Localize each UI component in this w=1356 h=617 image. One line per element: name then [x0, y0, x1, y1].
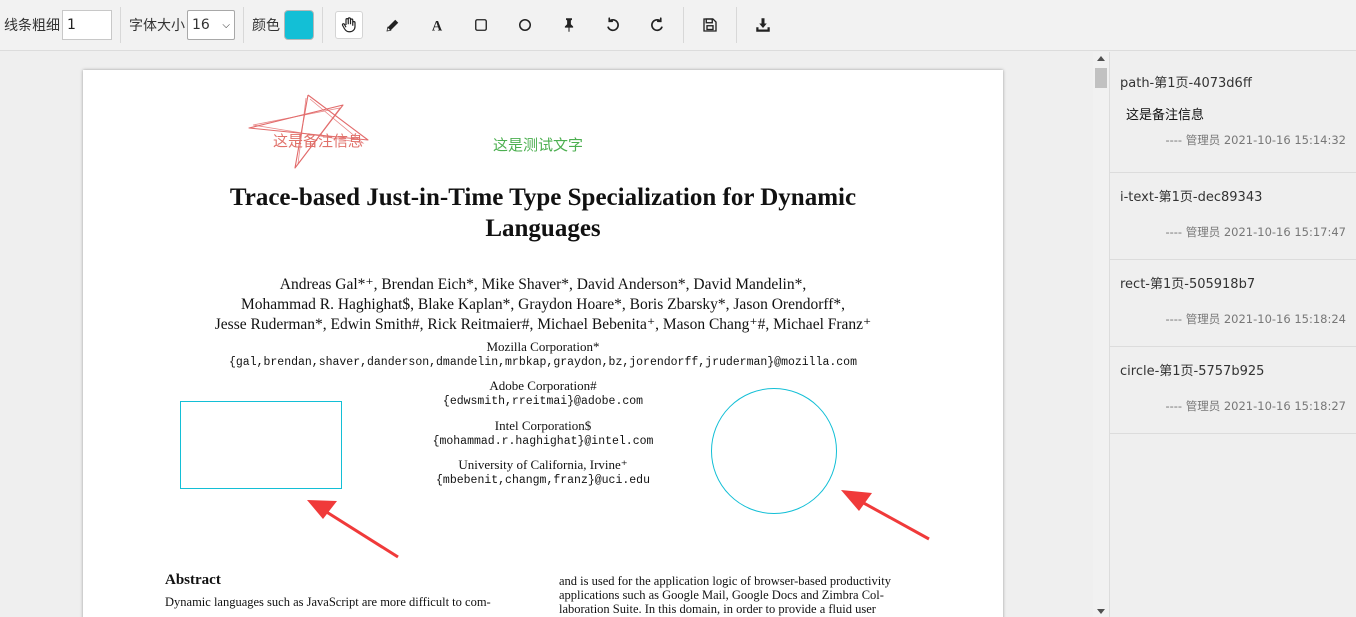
undo-icon[interactable] — [599, 11, 627, 39]
affiliation-org: Adobe Corporation# — [489, 378, 597, 393]
toolbar-divider — [322, 7, 323, 43]
hand-icon[interactable] — [335, 11, 363, 39]
rectangle-icon[interactable] — [467, 11, 495, 39]
annotation-id: i-text-第1页-dec89343 — [1120, 190, 1263, 205]
annotation-meta: ---- 管理员 2021-10-16 15:17:47 — [1165, 225, 1346, 239]
save-icon[interactable] — [696, 11, 724, 39]
abstract-text: Dynamic languages such as JavaScript are… — [165, 595, 491, 609]
line-width-group: 线条粗细 — [0, 0, 116, 50]
text-icon[interactable]: A — [423, 11, 451, 39]
annotation-meta: ---- 管理员 2021-10-16 15:18:27 — [1165, 399, 1346, 413]
scroll-up-icon[interactable] — [1097, 56, 1105, 61]
scroll-thumb[interactable] — [1095, 68, 1107, 88]
line-width-label: 线条粗细 — [4, 18, 60, 34]
circle-icon[interactable] — [511, 11, 539, 39]
annotation-id: rect-第1页-505918b7 — [1120, 277, 1256, 292]
paper-title: Trace-based Just-in-Time Type Specializa… — [83, 182, 1003, 244]
annotation-item[interactable]: i-text-第1页-dec89343 ---- 管理员 2021-10-16 … — [1110, 173, 1356, 260]
right-column-text: and is used for the application logic of… — [559, 574, 919, 616]
toolbar-divider — [683, 7, 684, 43]
font-size-label: 字体大小 — [129, 18, 185, 34]
abstract-heading: Abstract — [165, 572, 221, 588]
affiliation-mozilla: Mozilla Corporation* {gal,brendan,shaver… — [83, 339, 1003, 370]
toolbar-divider — [120, 7, 121, 43]
text-line: and is used for the application logic of… — [559, 574, 891, 588]
toolbar-divider — [243, 7, 244, 43]
affiliation-org: Mozilla Corporation* — [486, 339, 600, 354]
annotation-item[interactable]: rect-第1页-505918b7 ---- 管理员 2021-10-16 15… — [1110, 260, 1356, 347]
author-line: Andreas Gal*⁺, Brendan Eich*, Mike Shave… — [279, 276, 807, 293]
pencil-icon[interactable] — [379, 11, 407, 39]
color-group: 颜色 — [248, 0, 318, 50]
rectangle-annotation[interactable] — [180, 401, 342, 489]
annotation-item[interactable]: circle-第1页-5757b925 ---- 管理员 2021-10-16 … — [1110, 347, 1356, 434]
author-line: Jesse Ruderman*, Edwin Smith#, Rick Reit… — [214, 316, 872, 333]
annotation-meta: ---- 管理员 2021-10-16 15:14:32 — [1165, 133, 1346, 147]
vertical-scrollbar[interactable] — [1093, 52, 1109, 617]
toolbar: 线条粗细 字体大小 16 ⌵ 颜色 A — [0, 0, 1356, 51]
text-annotation[interactable]: 这是测试文字 — [493, 134, 583, 155]
annotation-meta: ---- 管理员 2021-10-16 15:18:24 — [1165, 312, 1346, 326]
author-line: Mohammad R. Haghighat$, Blake Kaplan*, G… — [240, 296, 846, 313]
color-picker[interactable] — [284, 10, 314, 40]
affiliation-email: {gal,brendan,shaver,danderson,dmandelin,… — [228, 356, 857, 369]
drawing-tools: A — [327, 0, 679, 50]
arrow-icon — [841, 490, 930, 541]
title-line: Trace-based Just-in-Time Type Specializa… — [229, 184, 857, 211]
color-label: 颜色 — [252, 18, 280, 34]
svg-text:A: A — [432, 18, 443, 34]
scroll-down-icon[interactable] — [1097, 609, 1105, 614]
document-viewer[interactable]: 这是备注信息 这是测试文字 Trace-based Just-in-Time T… — [0, 52, 1093, 617]
paper-authors: Andreas Gal*⁺, Brendan Eich*, Mike Shave… — [83, 275, 1003, 335]
arrow-icon — [307, 500, 399, 559]
annotation-id: path-第1页-4073d6ff — [1120, 76, 1252, 91]
annotation-id: circle-第1页-5757b925 — [1120, 364, 1265, 379]
circle-annotation[interactable] — [711, 388, 837, 514]
annotation-comment: 这是备注信息 — [1126, 108, 1205, 123]
pdf-page[interactable]: 这是备注信息 这是测试文字 Trace-based Just-in-Time T… — [83, 70, 1003, 617]
font-size-select[interactable]: 16 ⌵ — [187, 10, 235, 40]
title-line: Languages — [485, 215, 601, 242]
line-width-input[interactable] — [62, 10, 112, 40]
font-size-value: 16 — [192, 17, 210, 33]
redo-icon[interactable] — [643, 11, 671, 39]
toolbar-divider — [736, 7, 737, 43]
text-line: applications such as Google Mail, Google… — [559, 588, 884, 602]
download-icon[interactable] — [749, 11, 777, 39]
pin-icon[interactable] — [555, 11, 583, 39]
annotation-list-panel: path-第1页-4073d6ff 这是备注信息 ---- 管理员 2021-1… — [1109, 52, 1356, 617]
font-size-group: 字体大小 16 ⌵ — [125, 0, 239, 50]
star-annotation-text[interactable]: 这是备注信息 — [273, 130, 363, 151]
chevron-down-icon: ⌵ — [222, 19, 230, 31]
annotation-item[interactable]: path-第1页-4073d6ff 这是备注信息 ---- 管理员 2021-1… — [1110, 52, 1356, 173]
text-line: laboration Suite. In this domain, in ord… — [559, 602, 876, 616]
